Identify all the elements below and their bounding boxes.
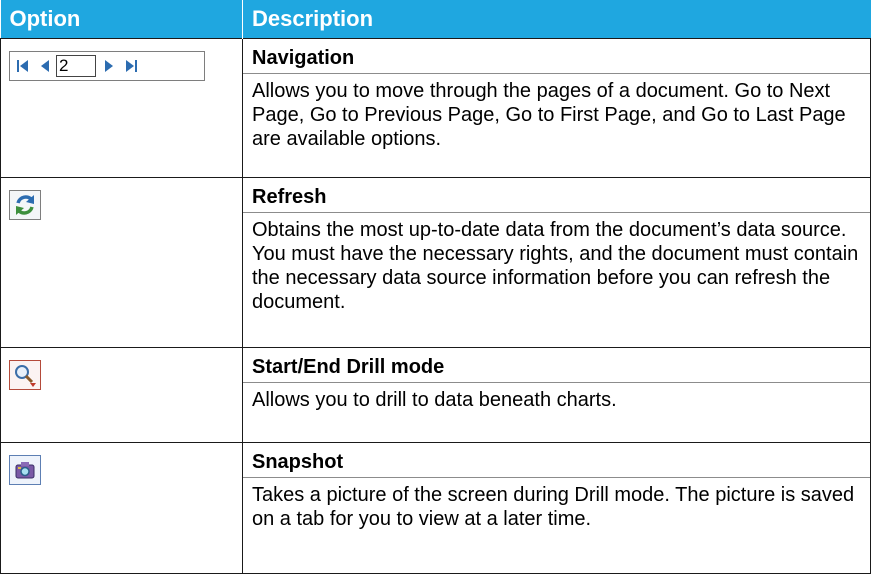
refresh-button[interactable] bbox=[9, 190, 41, 220]
description-cell: Navigation Allows you to move through th… bbox=[242, 38, 871, 178]
camera-icon bbox=[15, 462, 35, 479]
table-row: Snapshot Takes a picture of the screen d… bbox=[0, 442, 871, 574]
previous-page-icon[interactable] bbox=[38, 58, 52, 74]
navigation-control bbox=[9, 51, 205, 81]
snapshot-button[interactable] bbox=[9, 455, 41, 485]
option-title: Navigation bbox=[243, 39, 870, 74]
table-row: Navigation Allows you to move through th… bbox=[0, 38, 871, 178]
description-cell: Start/End Drill mode Allows you to drill… bbox=[242, 347, 871, 443]
header-description: Description bbox=[242, 0, 871, 39]
option-description: Allows you to move through the pages of … bbox=[252, 80, 846, 150]
options-table: Option Description 2 Navigation Allows y… bbox=[0, 0, 871, 574]
option-cell bbox=[0, 38, 243, 178]
drill-mode-button[interactable] bbox=[9, 360, 41, 390]
option-description: Obtains the most up-to-date data from th… bbox=[252, 219, 859, 313]
description-cell: Snapshot Takes a picture of the screen d… bbox=[242, 442, 871, 574]
drill-magnifier-icon bbox=[15, 365, 36, 387]
page-number-input[interactable] bbox=[56, 55, 96, 77]
next-page-icon[interactable] bbox=[102, 58, 116, 74]
option-description: Takes a picture of the screen during Dri… bbox=[252, 484, 855, 530]
table-row: Start/End Drill mode Allows you to drill… bbox=[0, 347, 871, 443]
description-cell: Refresh Obtains the most up-to-date data… bbox=[242, 177, 871, 348]
option-title: Refresh bbox=[243, 178, 870, 213]
option-cell bbox=[0, 347, 243, 443]
last-page-icon[interactable] bbox=[124, 58, 138, 74]
option-cell bbox=[0, 442, 243, 574]
header-row: Option Description bbox=[0, 0, 871, 39]
option-title: Start/End Drill mode bbox=[243, 348, 870, 383]
option-cell bbox=[0, 177, 243, 348]
header-option: Option bbox=[0, 0, 243, 39]
table-row: Refresh Obtains the most up-to-date data… bbox=[0, 177, 871, 348]
option-title: Snapshot bbox=[243, 443, 870, 478]
refresh-icon bbox=[16, 195, 34, 215]
first-page-icon[interactable] bbox=[16, 58, 30, 74]
option-description: Allows you to drill to data beneath char… bbox=[252, 389, 617, 411]
